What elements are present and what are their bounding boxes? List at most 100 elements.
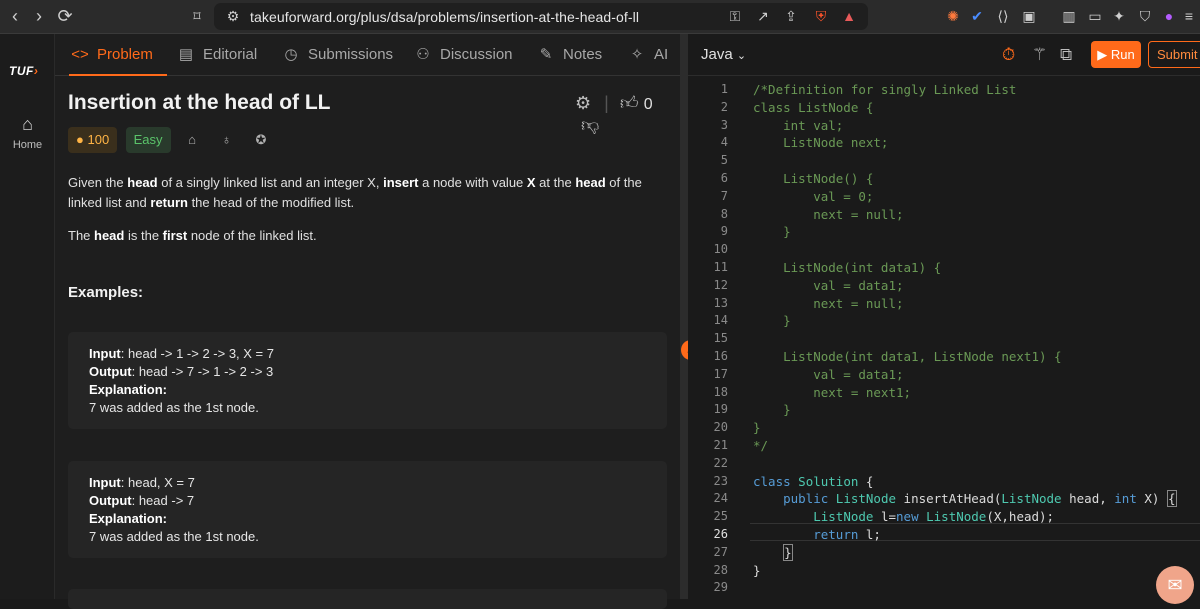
tab-label: AI bbox=[654, 46, 669, 63]
share-icon[interactable]: ⇪ bbox=[782, 7, 800, 25]
play-icon: ▶ bbox=[1097, 47, 1108, 62]
line-number: 17 bbox=[713, 366, 728, 381]
example-output: head -> 7 bbox=[138, 493, 195, 508]
timer-icon[interactable]: ⏱ bbox=[1002, 45, 1015, 65]
menu-icon[interactable]: ≡ bbox=[1180, 7, 1198, 25]
tuf-logo[interactable]: TUF› bbox=[9, 64, 38, 78]
example-explanation: 7 was added as the 1st node. bbox=[89, 400, 259, 415]
coin-badge: ● 100 bbox=[68, 127, 118, 153]
problem-meta: ● 100 Easy ⌂ ♁ ✪ bbox=[68, 127, 278, 153]
line-number: 6 bbox=[720, 170, 728, 185]
line-number: 21 bbox=[713, 437, 728, 452]
code-line: next = next1; bbox=[753, 384, 912, 400]
extension-box-icon[interactable]: ▣ bbox=[1020, 7, 1038, 25]
divider: | bbox=[604, 93, 609, 113]
sidebar-toggle-icon[interactable]: ▥ bbox=[1060, 7, 1078, 25]
chat-support-icon[interactable]: ✉ bbox=[1156, 566, 1194, 604]
company-icon[interactable]: ✪ bbox=[248, 127, 274, 153]
code-icon: <> bbox=[71, 46, 89, 63]
sparkle-icon: ✧ bbox=[630, 46, 644, 63]
tab-problem[interactable]: <> Problem bbox=[69, 34, 167, 76]
vpn-shield-icon[interactable]: ⛉ bbox=[1136, 7, 1154, 25]
example-card: Input: head, X = 7 Output: head -> 7 Exp… bbox=[68, 461, 667, 558]
profile-avatar-icon[interactable]: ● bbox=[1160, 7, 1178, 25]
code-area[interactable]: /*Definition for singly Linked List clas… bbox=[753, 81, 1177, 597]
code-line: class ListNode { bbox=[753, 99, 874, 115]
tab-discussion[interactable]: ⚇ Discussion bbox=[412, 34, 513, 76]
line-number: 18 bbox=[713, 384, 728, 399]
problem-note: The head is the first node of the linked… bbox=[68, 228, 317, 243]
line-number: 20 bbox=[713, 420, 728, 435]
output-label: Output bbox=[89, 493, 132, 508]
language-select[interactable]: Java ⌄ bbox=[701, 46, 746, 63]
submit-button[interactable]: Submit bbox=[1148, 41, 1200, 68]
line-number: 27 bbox=[713, 544, 728, 559]
tab-label: Discussion bbox=[440, 46, 513, 63]
browser-toolbar: ‹ › ⟳ ⌑ ⚙ takeuforward.org/plus/dsa/prob… bbox=[0, 0, 1200, 34]
example-explanation: 7 was added as the 1st node. bbox=[89, 529, 259, 544]
examples-heading: Examples: bbox=[68, 284, 144, 301]
tab-submissions[interactable]: ◷ Submissions bbox=[280, 34, 393, 76]
key-icon[interactable]: ⚿ bbox=[726, 7, 744, 25]
code-line: ListNode l=new ListNode(X,head); bbox=[813, 509, 1055, 525]
run-button[interactable]: ▶ Run bbox=[1091, 41, 1141, 68]
site-settings-icon[interactable]: ⚙ bbox=[224, 7, 242, 25]
code-line: } bbox=[783, 543, 793, 561]
magic-wand-icon[interactable]: ⚚ bbox=[1032, 45, 1047, 65]
open-external-icon[interactable]: ↗ bbox=[754, 7, 772, 25]
line-number: 13 bbox=[713, 295, 728, 310]
example-card bbox=[68, 589, 667, 609]
extension-bracket-icon[interactable]: ⟨⟩ bbox=[994, 7, 1012, 25]
tab-label: Problem bbox=[97, 46, 153, 63]
hint-bulb-icon[interactable]: ♁ bbox=[213, 127, 239, 153]
code-line: ListNode next; bbox=[753, 135, 889, 151]
title-actions: ⚙ | 👍︎ 0 👎︎ bbox=[575, 92, 680, 136]
code-line: /*Definition for singly Linked List bbox=[753, 82, 1017, 97]
forward-icon[interactable]: › bbox=[28, 5, 50, 27]
bug-report-icon[interactable]: ⚙ bbox=[575, 93, 591, 113]
code-line: val = 0; bbox=[753, 188, 874, 204]
tab-notes[interactable]: ✎ Notes bbox=[535, 34, 602, 76]
leo-ai-icon[interactable]: ✦ bbox=[1110, 7, 1128, 25]
thumbs-down-icon[interactable]: 👎︎ bbox=[581, 115, 599, 135]
example-input: head -> 1 -> 2 -> 3, X = 7 bbox=[128, 346, 274, 361]
code-line: } bbox=[753, 313, 791, 329]
home-nav-item[interactable]: ⌂ Home bbox=[0, 114, 55, 151]
clock-icon: ◷ bbox=[284, 46, 298, 63]
url-text: takeuforward.org/plus/dsa/problems/inser… bbox=[250, 9, 640, 25]
example-card: Input: head -> 1 -> 2 -> 3, X = 7 Output… bbox=[68, 332, 667, 429]
tab-label: Notes bbox=[563, 46, 603, 63]
line-number: 5 bbox=[720, 153, 728, 168]
line-number: 26 bbox=[713, 526, 728, 541]
line-number: 12 bbox=[713, 277, 728, 292]
coin-count: 100 bbox=[87, 132, 110, 147]
reload-icon[interactable]: ⟳ bbox=[54, 5, 76, 27]
problem-panel: <> Problem ▤ Editorial ◷ Submissions ⚇ Discu… bbox=[55, 34, 680, 609]
document-icon: ▤ bbox=[178, 46, 194, 63]
extension-cookie-icon[interactable]: ✺ bbox=[944, 7, 962, 25]
brave-shield-icon[interactable]: ⛨ bbox=[812, 7, 830, 25]
line-number: 1 bbox=[720, 82, 728, 96]
address-bar[interactable]: ⚙ takeuforward.org/plus/dsa/problems/ins… bbox=[214, 3, 868, 30]
tag-icon[interactable]: ⌂ bbox=[179, 127, 205, 153]
code-line: public ListNode insertAtHead(ListNode he… bbox=[783, 490, 1177, 508]
extension-check-icon[interactable]: ✔ bbox=[968, 7, 986, 25]
copy-icon[interactable]: ⧉ bbox=[1060, 45, 1072, 65]
thumbs-up-icon[interactable]: 👍︎ bbox=[620, 93, 639, 113]
tab-editorial[interactable]: ▤ Editorial bbox=[175, 34, 257, 76]
code-line: ListNode() { bbox=[753, 170, 874, 186]
bookmark-icon[interactable]: ⌑ bbox=[188, 7, 206, 25]
back-icon[interactable]: ‹ bbox=[4, 5, 26, 27]
panel-splitter[interactable] bbox=[680, 34, 688, 599]
input-label: Input bbox=[89, 475, 121, 490]
note-icon: ✎ bbox=[539, 46, 553, 63]
problem-title: Insertion at the head of LL bbox=[68, 91, 331, 114]
code-line: val = data1; bbox=[753, 366, 904, 382]
line-number: 15 bbox=[713, 331, 728, 346]
rewards-icon[interactable]: ▲ bbox=[840, 7, 858, 25]
tab-ai[interactable]: ✧ AI bbox=[626, 34, 668, 76]
editor-toolbar: Java ⌄ ⏱ ⚚ ⧉ ▶ Run Submit bbox=[688, 34, 1200, 76]
line-number: 16 bbox=[713, 348, 728, 363]
wallet-icon[interactable]: ▭ bbox=[1086, 7, 1104, 25]
